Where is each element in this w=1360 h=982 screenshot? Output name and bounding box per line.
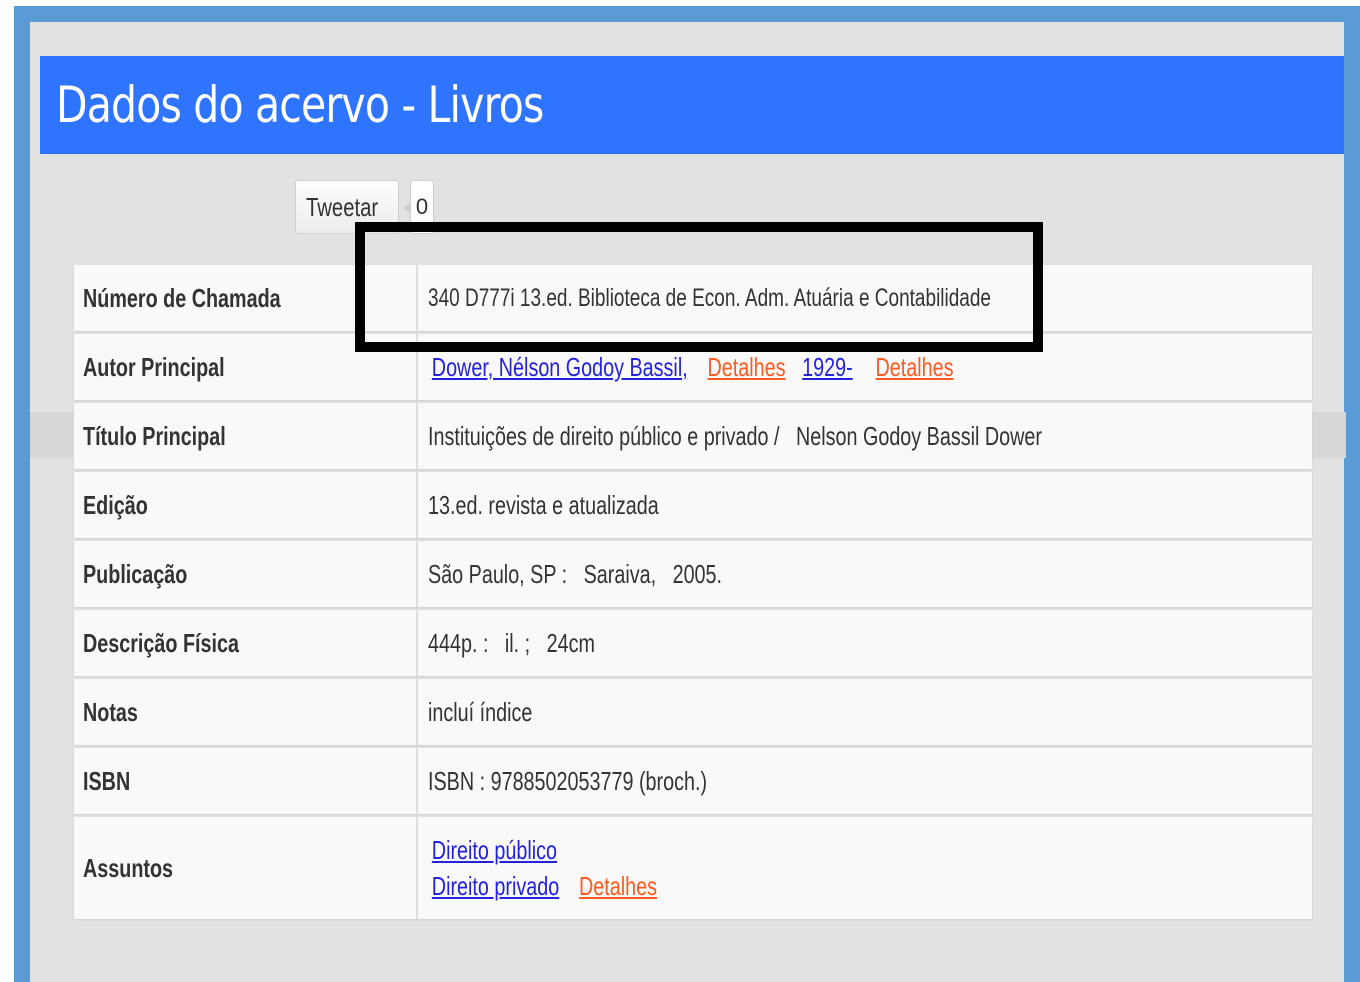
subject-link[interactable]: Direito privado — [432, 871, 559, 901]
subject-details-link[interactable]: Detalhes — [579, 871, 657, 901]
row-label: Número de Chamada — [83, 282, 281, 313]
row-label: Notas — [83, 696, 138, 727]
edition-value: 13.ed. revista e atualizada — [428, 489, 659, 520]
tweet-button[interactable]: Tweetar — [295, 180, 399, 234]
isbn-value: ISBN : 9788502053779 (broch.) — [428, 765, 708, 796]
table-row: Publicação São Paulo, SP : Saraiva, 2005… — [74, 541, 1312, 607]
page-title: Dados do acervo - Livros — [56, 76, 544, 134]
tweet-label: Tweetar — [306, 191, 379, 222]
author-link[interactable]: Dower, Nélson Godoy Bassil, — [432, 352, 688, 382]
table-row: Edição 13.ed. revista e atualizada — [74, 472, 1312, 538]
physical-description-value: 444p. : il. ; 24cm — [428, 627, 595, 658]
call-number-value: 340 D777i 13.ed. Biblioteca de Econ. Adm… — [428, 283, 992, 312]
publication-value: São Paulo, SP : Saraiva, 2005. — [428, 558, 723, 589]
author-dates-link[interactable]: 1929- — [802, 352, 853, 382]
record-details-table: Número de Chamada 340 D777i 13.ed. Bibli… — [74, 262, 1312, 922]
table-row: Descrição Física 444p. : il. ; 24cm — [74, 610, 1312, 676]
row-label: Título Principal — [83, 420, 226, 451]
table-row: Autor Principal Dower, Nélson Godoy Bass… — [74, 334, 1312, 400]
table-row: Número de Chamada 340 D777i 13.ed. Bibli… — [74, 265, 1312, 331]
tweet-count: 0 — [404, 180, 434, 234]
row-label: Publicação — [83, 558, 188, 589]
author-dates-details-link[interactable]: Detalhes — [876, 352, 954, 382]
author-details-link[interactable]: Detalhes — [707, 352, 785, 382]
row-label: Edição — [83, 489, 148, 520]
page-header: Dados do acervo - Livros — [40, 56, 1344, 154]
title-value: Instituições de direito público e privad… — [428, 420, 1042, 451]
table-row: Notas incluí índice — [74, 679, 1312, 745]
row-label: Assuntos — [83, 852, 174, 883]
table-row: Assuntos Direito público Direito privado… — [74, 817, 1312, 919]
row-label: Descrição Física — [83, 627, 239, 658]
row-label: Autor Principal — [83, 351, 225, 382]
row-label: ISBN — [83, 765, 131, 796]
subject-link[interactable]: Direito público — [432, 835, 557, 865]
table-row: Título Principal Instituições de direito… — [74, 403, 1312, 469]
table-row: ISBN ISBN : 9788502053779 (broch.) — [74, 748, 1312, 814]
notes-value: incluí índice — [428, 696, 533, 727]
